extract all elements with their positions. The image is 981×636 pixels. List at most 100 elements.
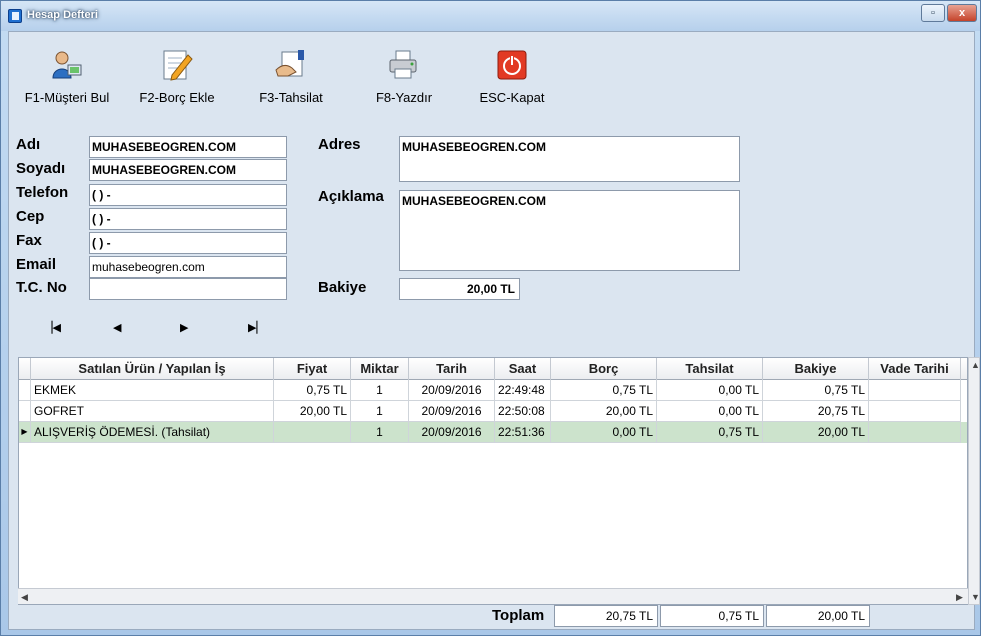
grid-header: Satılan Ürün / Yapılan İş Fiyat Miktar T… xyxy=(19,358,967,380)
cell-due-date xyxy=(869,401,961,422)
scroll-down-icon[interactable]: ▼ xyxy=(971,592,980,602)
description-field[interactable]: MUHASEBEOGREN.COM xyxy=(399,190,740,271)
window-title: Hesap Defteri xyxy=(27,9,98,21)
column-header[interactable]: Saat xyxy=(495,358,551,380)
toolbar-label: F8-Yazdır xyxy=(375,90,433,105)
cell-price xyxy=(274,422,351,443)
balance-label: Bakiye xyxy=(318,279,367,296)
row-header xyxy=(19,401,31,422)
find-customer-button[interactable]: F1-Müşteri Bul xyxy=(17,48,117,108)
first-record-button[interactable]: ▕◀ xyxy=(44,321,61,334)
cell-payment: 0,00 TL xyxy=(657,380,763,401)
prev-record-button[interactable]: ◀ xyxy=(113,321,121,334)
fax-field[interactable]: ( ) - xyxy=(89,232,287,254)
row-header xyxy=(19,380,31,401)
column-header[interactable]: Miktar xyxy=(351,358,409,380)
cell-payment: 0,75 TL xyxy=(657,422,763,443)
cell-date: 20/09/2016 xyxy=(409,380,495,401)
surname-label: Soyadı xyxy=(16,160,66,177)
total-label: Toplam xyxy=(492,607,545,624)
cell-quantity: 1 xyxy=(351,422,409,443)
toolbar-label: ESC-Kapat xyxy=(479,90,545,105)
email-label: Email xyxy=(16,256,57,273)
email-field[interactable]: muhasebeogren.com xyxy=(89,256,287,278)
cell-balance: 20,00 TL xyxy=(763,422,869,443)
cell-price: 0,75 TL xyxy=(274,380,351,401)
restore-icon: ▫ xyxy=(931,7,935,19)
title-bar[interactable]: Hesap Defteri ▫ x xyxy=(1,1,980,31)
total-payment: 0,75 TL xyxy=(660,605,764,627)
cell-quantity: 1 xyxy=(351,380,409,401)
last-record-button[interactable]: ▶▏ xyxy=(248,321,265,334)
edit-pencil-icon xyxy=(160,48,194,82)
ledger-icon xyxy=(8,9,22,23)
column-header[interactable]: Satılan Ürün / Yapılan İş xyxy=(31,358,274,380)
table-row[interactable]: EKMEK 0,75 TL 1 20/09/2016 22:49:48 0,75… xyxy=(19,380,967,401)
cell-due-date xyxy=(869,422,961,443)
app-window: Hesap Defteri ▫ x F1-Müşteri Bul F2-Borç… xyxy=(0,0,981,636)
collect-payment-button[interactable]: F3-Tahsilat xyxy=(249,48,333,108)
address-field[interactable]: MUHASEBEOGREN.COM xyxy=(399,136,740,182)
scroll-left-icon[interactable]: ◀ xyxy=(21,592,28,603)
cell-payment: 0,00 TL xyxy=(657,401,763,422)
print-button[interactable]: F8-Yazdır xyxy=(364,48,444,108)
column-header-overflow xyxy=(961,358,967,380)
toolbar-label: F3-Tahsilat xyxy=(259,90,323,105)
mobile-label: Cep xyxy=(16,208,45,225)
column-header[interactable]: Borç xyxy=(551,358,657,380)
address-label: Adres xyxy=(318,136,361,153)
cell-product: EKMEK xyxy=(31,380,274,401)
cell-balance: 20,75 TL xyxy=(763,401,869,422)
printer-icon xyxy=(387,48,421,82)
transactions-grid[interactable]: Satılan Ürün / Yapılan İş Fiyat Miktar T… xyxy=(18,357,968,605)
vertical-scrollbar[interactable]: ▲ ▼ xyxy=(968,357,980,605)
payment-hand-icon xyxy=(274,48,308,82)
mobile-field[interactable]: ( ) - xyxy=(89,208,287,230)
fax-label: Fax xyxy=(16,232,42,249)
horizontal-scrollbar[interactable]: ◀ ▶ xyxy=(18,588,968,604)
close-icon: x xyxy=(958,7,966,19)
total-debt: 20,75 TL xyxy=(554,605,658,627)
cell-time: 22:49:48 xyxy=(495,380,551,401)
table-row-selected[interactable]: ▶ ALIŞVERİŞ ÖDEMESİ. (Tahsilat) 1 20/09/… xyxy=(19,422,967,443)
tcno-label: T.C. No xyxy=(16,279,67,296)
cell-date: 20/09/2016 xyxy=(409,422,495,443)
add-debt-button[interactable]: F2-Borç Ekle xyxy=(135,48,219,108)
current-row-indicator-icon: ▶ xyxy=(19,422,31,443)
close-form-button[interactable]: ESC-Kapat xyxy=(475,48,549,108)
next-record-button[interactable]: ▶ xyxy=(180,321,188,334)
scroll-up-icon[interactable]: ▲ xyxy=(971,360,980,370)
last-record-icon: ▶▏ xyxy=(248,322,265,334)
column-header[interactable]: Fiyat xyxy=(274,358,351,380)
phone-label: Telefon xyxy=(16,184,69,201)
row-header-corner xyxy=(19,358,31,380)
column-header[interactable]: Vade Tarihi xyxy=(869,358,961,380)
cell-product: GOFRET xyxy=(31,401,274,422)
surname-field[interactable]: MUHASEBEOGREN.COM xyxy=(89,159,287,181)
cell-time: 22:50:08 xyxy=(495,401,551,422)
cell-quantity: 1 xyxy=(351,401,409,422)
customer-search-icon xyxy=(50,48,84,82)
next-record-icon: ▶ xyxy=(180,322,189,334)
balance-field[interactable]: 20,00 TL xyxy=(399,278,520,300)
cell-date: 20/09/2016 xyxy=(409,401,495,422)
cell-balance: 0,75 TL xyxy=(763,380,869,401)
cell-time: 22:51:36 xyxy=(495,422,551,443)
phone-field[interactable]: ( ) - xyxy=(89,184,287,206)
column-header[interactable]: Tahsilat xyxy=(657,358,763,380)
prev-record-icon: ◀ xyxy=(113,322,122,334)
close-button[interactable]: x xyxy=(947,4,977,22)
cell-debt: 0,00 TL xyxy=(551,422,657,443)
description-label: Açıklama xyxy=(318,188,384,205)
table-row[interactable]: GOFRET 20,00 TL 1 20/09/2016 22:50:08 20… xyxy=(19,401,967,422)
name-label: Adı xyxy=(16,136,41,153)
name-field[interactable]: MUHASEBEOGREN.COM xyxy=(89,136,287,158)
tcno-field[interactable] xyxy=(89,278,287,300)
toolbar-label: F1-Müşteri Bul xyxy=(24,90,110,105)
scroll-right-icon[interactable]: ▶ xyxy=(956,592,963,603)
column-header[interactable]: Bakiye xyxy=(763,358,869,380)
column-header[interactable]: Tarih xyxy=(409,358,495,380)
cell-product: ALIŞVERİŞ ÖDEMESİ. (Tahsilat) xyxy=(31,422,274,443)
power-icon xyxy=(495,48,529,82)
restore-button[interactable]: ▫ xyxy=(921,4,945,22)
